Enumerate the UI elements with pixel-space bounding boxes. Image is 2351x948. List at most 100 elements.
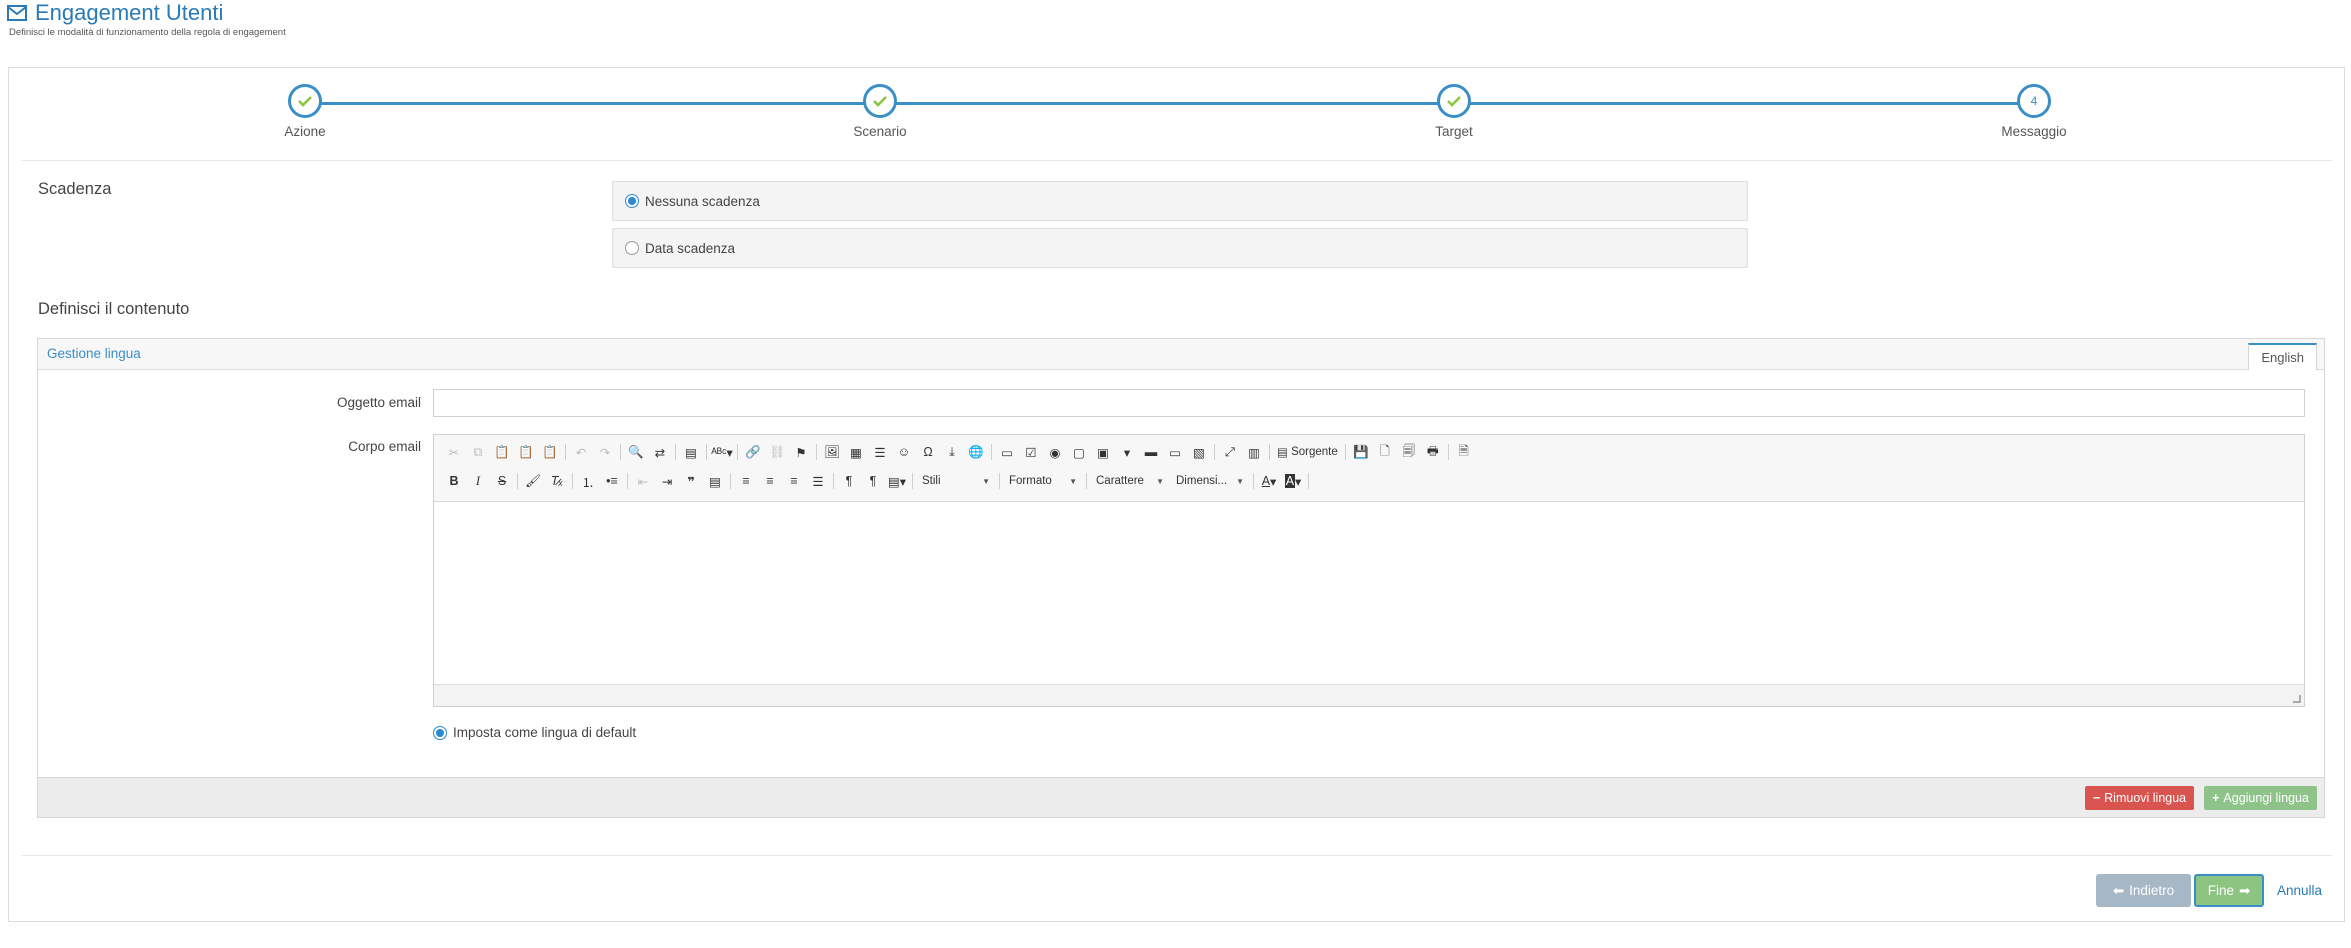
expiry-option-none[interactable]: Nessuna scadenza bbox=[612, 181, 1748, 221]
size-combo[interactable]: Dimensi... ▼ bbox=[1170, 470, 1250, 492]
checkbox-icon[interactable]: ☑ bbox=[1019, 441, 1043, 463]
cancel-link[interactable]: Annulla bbox=[2277, 883, 2322, 898]
page-title-text: Engagement Utenti bbox=[35, 0, 224, 25]
remove-format-icon[interactable]: T̷ₓ bbox=[545, 470, 569, 492]
language-management-link[interactable]: Gestione lingua bbox=[47, 346, 141, 361]
blockquote-icon[interactable]: ❞ bbox=[679, 470, 703, 492]
step-azione[interactable] bbox=[288, 84, 322, 118]
new-page-icon[interactable]: 🗋 bbox=[1373, 441, 1397, 463]
radio-icon[interactable]: ◉ bbox=[1043, 441, 1067, 463]
content-title: Definisci il contenuto bbox=[38, 300, 190, 318]
unlink-icon[interactable]: ⛓ bbox=[765, 441, 789, 463]
ltr-icon[interactable]: ¶ bbox=[837, 470, 861, 492]
step-target[interactable] bbox=[1437, 84, 1471, 118]
copy-format-icon[interactable]: 🖌 bbox=[521, 470, 545, 492]
select-all-icon[interactable]: ▤ bbox=[679, 441, 703, 463]
iframe-icon[interactable]: 🌐 bbox=[964, 441, 988, 463]
default-language-option[interactable]: Imposta come lingua di default bbox=[433, 725, 636, 740]
align-right-icon[interactable]: ≡ bbox=[782, 470, 806, 492]
font-combo[interactable]: Carattere ▼ bbox=[1090, 470, 1170, 492]
finish-button[interactable]: Fine ➡ bbox=[2194, 874, 2264, 907]
toolbar-separator bbox=[1344, 444, 1346, 460]
save-icon[interactable]: 💾 bbox=[1349, 441, 1373, 463]
styles-combo[interactable]: Stili ▼ bbox=[916, 470, 996, 492]
toolbar-separator bbox=[620, 444, 621, 460]
remove-language-button[interactable]: − Rimuovi lingua bbox=[2085, 786, 2194, 810]
justify-icon[interactable]: ☰ bbox=[806, 470, 830, 492]
remove-language-label: Rimuovi lingua bbox=[2104, 791, 2187, 805]
spellcheck-icon[interactable]: ᴬᴮᶜ▾ bbox=[710, 441, 734, 463]
chevron-down-icon: ▼ bbox=[1156, 476, 1164, 486]
divider bbox=[21, 855, 2332, 856]
resize-handle-icon[interactable] bbox=[2293, 695, 2301, 703]
background-color-icon[interactable]: A ▾ bbox=[1281, 470, 1305, 492]
div-container-icon[interactable]: ▤ bbox=[703, 470, 727, 492]
editor-toolbar: ✂ ⧉ 📋 📋 📋 ↶ ↷ 🔍 ⇄ ▤ ᴬᴮᶜ▾ 🔗 ⛓ ⚑ 🖼 ▦ ☰ ☺ Ω… bbox=[434, 435, 2304, 502]
toolbar-separator bbox=[1447, 444, 1449, 460]
format-combo[interactable]: Formato ▼ bbox=[1003, 470, 1083, 492]
radio-selected-icon[interactable] bbox=[625, 194, 639, 208]
paste-text-icon[interactable]: 📋 bbox=[514, 441, 538, 463]
bulleted-list-icon[interactable]: •≡ bbox=[600, 470, 624, 492]
font-combo-label: Carattere bbox=[1096, 475, 1144, 487]
align-left-icon[interactable]: ≡ bbox=[734, 470, 758, 492]
paste-word-icon[interactable]: 📋 bbox=[538, 441, 562, 463]
source-button[interactable]: ▤ Sorgente bbox=[1273, 441, 1342, 463]
templates-icon[interactable]: 🗎 bbox=[1452, 441, 1476, 463]
toolbar-separator bbox=[706, 444, 707, 460]
page-break-icon[interactable]: ⤓ bbox=[940, 441, 964, 463]
expiry-option-label: Data scadenza bbox=[645, 240, 736, 256]
maximize-icon[interactable]: ⤢ bbox=[1218, 441, 1242, 463]
horizontal-line-icon[interactable]: ☰ bbox=[868, 441, 892, 463]
print-icon[interactable]: 🖶 bbox=[1421, 441, 1445, 463]
italic-icon[interactable]: I bbox=[466, 470, 490, 492]
textfield-icon[interactable]: ▢ bbox=[1067, 441, 1091, 463]
styles-combo-label: Stili bbox=[922, 475, 941, 487]
find-icon[interactable]: 🔍 bbox=[624, 441, 648, 463]
subject-input[interactable] bbox=[433, 389, 2305, 417]
bold-icon[interactable]: B bbox=[442, 470, 466, 492]
step-messaggio[interactable]: 4 bbox=[2017, 84, 2051, 118]
radio-unselected-icon[interactable] bbox=[625, 241, 639, 255]
numbered-list-icon[interactable]: ⒈ bbox=[576, 470, 600, 492]
undo-icon[interactable]: ↶ bbox=[569, 441, 593, 463]
toolbar-separator bbox=[1214, 444, 1215, 460]
step-scenario[interactable] bbox=[863, 84, 897, 118]
expiry-option-date[interactable]: Data scadenza bbox=[612, 228, 1748, 268]
preview-icon[interactable]: 🗐 bbox=[1397, 441, 1421, 463]
text-color-icon[interactable]: A ▾ bbox=[1257, 470, 1281, 492]
link-icon[interactable]: 🔗 bbox=[741, 441, 765, 463]
replace-icon[interactable]: ⇄ bbox=[648, 441, 672, 463]
language-icon[interactable]: ▤▾ bbox=[885, 470, 909, 492]
cut-icon[interactable]: ✂ bbox=[442, 441, 466, 463]
redo-icon[interactable]: ↷ bbox=[593, 441, 617, 463]
smiley-icon[interactable]: ☺ bbox=[892, 441, 916, 463]
anchor-flag-icon[interactable]: ⚑ bbox=[789, 441, 813, 463]
show-blocks-icon[interactable]: ▥ bbox=[1242, 441, 1266, 463]
image-icon[interactable]: 🖼 bbox=[820, 441, 844, 463]
strikethrough-icon[interactable]: S bbox=[490, 470, 514, 492]
chevron-down-icon: ▼ bbox=[1069, 476, 1077, 486]
chevron-down-icon: ▼ bbox=[1236, 476, 1244, 486]
table-icon[interactable]: ▦ bbox=[844, 441, 868, 463]
textarea-icon[interactable]: ▣ bbox=[1091, 441, 1115, 463]
editor-content-area[interactable] bbox=[434, 502, 2304, 684]
copy-icon[interactable]: ⧉ bbox=[466, 441, 490, 463]
back-button[interactable]: ⬅ Indietro bbox=[2096, 874, 2191, 907]
button-field-icon[interactable]: ▬ bbox=[1139, 441, 1163, 463]
toolbar-separator bbox=[1086, 473, 1087, 489]
radio-selected-icon[interactable] bbox=[433, 725, 447, 740]
indent-icon[interactable]: ⇥ bbox=[655, 470, 679, 492]
align-center-icon[interactable]: ≡ bbox=[758, 470, 782, 492]
tab-english[interactable]: English bbox=[2248, 343, 2317, 370]
hidden-field-icon[interactable]: ▧ bbox=[1187, 441, 1211, 463]
select-field-icon[interactable]: ▾ bbox=[1115, 441, 1139, 463]
image-button-icon[interactable]: ▭ bbox=[1163, 441, 1187, 463]
editor-status-bar bbox=[434, 684, 2304, 706]
form-icon[interactable]: ▭ bbox=[995, 441, 1019, 463]
paste-icon[interactable]: 📋 bbox=[490, 441, 514, 463]
outdent-icon[interactable]: ⇤ bbox=[631, 470, 655, 492]
rtl-icon[interactable]: ¶ bbox=[861, 470, 885, 492]
add-language-button[interactable]: + Aggiungi lingua bbox=[2204, 786, 2317, 810]
special-char-icon[interactable]: Ω bbox=[916, 441, 940, 463]
